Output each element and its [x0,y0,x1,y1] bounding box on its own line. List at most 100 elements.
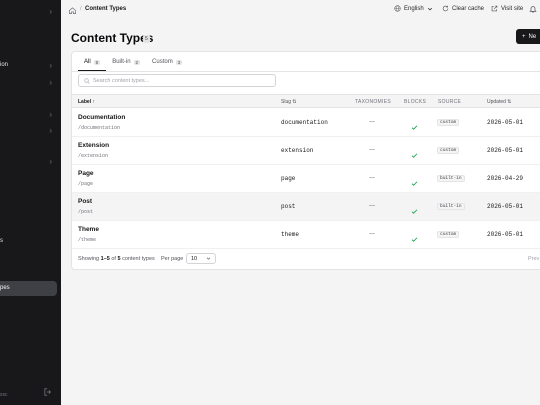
chevron-right-icon[interactable]: › [49,127,52,135]
tab-custom[interactable]: Custom 3 [146,55,188,71]
chevron-down-icon [206,257,211,260]
table-row[interactable]: Documentation /documentation documentati… [72,109,540,137]
chevron-right-icon[interactable]: › [49,79,52,87]
visit-site-label: Visit site [501,5,524,12]
globe-icon [394,5,401,12]
row-taxonomies: — [369,147,375,153]
column-taxonomies: TAXONOMIES [355,99,391,105]
bell-icon[interactable] [529,5,537,15]
search-icon [84,77,90,84]
source-badge: built-in [437,203,465,210]
column-blocks: BLOCKS [404,99,427,105]
sidebar-item-label[interactable]: s [0,238,3,244]
table-header: Label ↑ Slug ⇅ TAXONOMIES BLOCKS SOURCE … [72,94,540,108]
per-page-value: 10 [191,255,198,262]
per-page-select[interactable]: 10 [186,253,216,264]
row-name[interactable]: Post [78,198,92,205]
table-row[interactable]: Theme /theme theme — custom 2026-05-01 [72,221,540,249]
chevron-right-icon[interactable]: › [49,111,52,119]
row-name[interactable]: Page [78,170,94,177]
column-updated[interactable]: Updated ⇅ [487,99,512,105]
row-path: /theme [78,237,97,243]
chevron-right-icon[interactable]: › [49,158,52,166]
home-icon[interactable] [68,6,77,15]
chevron-right-icon[interactable]: › [49,62,52,70]
sort-asc-icon: ↑ [92,99,95,105]
page-title: Content Types [71,31,154,45]
filter-tabs: All 5 Built-in 2 Custom 3 [78,55,188,71]
row-slug: theme [281,231,300,238]
tab-all[interactable]: All 5 [78,55,107,71]
chevron-right-icon[interactable]: › [49,8,52,16]
source-badge: custom [437,231,460,238]
source-badge: built-in [437,175,465,182]
tab-built-in[interactable]: Built-in 2 [106,55,146,71]
tab-label: Built-in [112,59,131,65]
external-link-icon [491,5,498,12]
table-row[interactable]: Extension /extension extension — custom … [72,137,540,165]
column-slug[interactable]: Slug ⇅ [281,99,297,105]
row-name[interactable]: Documentation [78,114,125,121]
tab-count-badge: 2 [133,59,141,65]
clear-cache-button[interactable]: Clear cache [442,5,484,12]
logout-icon[interactable] [44,388,52,398]
content-types-card: All 5 Built-in 2 Custom 3 Label ↑ Slug ⇅… [71,51,540,270]
check-icon [411,118,418,136]
pagination-summary: Showing 1–5 of 5 content types [78,256,155,262]
sort-icon: ⇅ [292,99,297,105]
row-updated: 2026-04-29 [487,175,524,182]
row-name[interactable]: Theme [78,226,99,233]
sidebar: › ion › › › › › s pes ssc [0,0,61,405]
chevron-down-icon [427,7,432,10]
tab-count-badge: 3 [175,59,183,65]
breadcrumb-separator: / [80,6,82,12]
row-taxonomies: — [369,231,375,237]
search-box[interactable] [78,74,276,87]
row-path: /documentation [78,125,121,131]
table-row[interactable]: Page /page page — built-in 2026-04-29 [72,165,540,193]
source-badge: custom [437,147,460,154]
plus-icon: + [522,33,526,40]
row-updated: 2026-05-01 [487,119,524,126]
new-button-label: Ne [528,33,537,40]
sidebar-item-label[interactable]: ion [0,62,8,68]
table-row[interactable]: Post /post post — built-in 2026-05-01 [72,193,540,221]
check-icon [411,230,418,248]
row-taxonomies: — [369,203,375,209]
row-slug: page [281,175,296,182]
topbar: / Content Types English Clear cache Visi… [61,0,540,22]
row-updated: 2026-05-01 [487,231,524,238]
search-input[interactable] [93,77,263,84]
row-slug: extension [281,147,314,154]
column-source: SOURCE [438,99,462,105]
language-selector[interactable]: English [394,5,433,12]
sort-icon: ⇅ [507,99,512,105]
sidebar-item-content-types[interactable]: pes [0,281,57,296]
row-taxonomies: — [369,175,375,181]
row-updated: 2026-05-01 [487,203,524,210]
divider [72,71,540,72]
visit-site-link[interactable]: Visit site [491,5,523,12]
tab-label: Custom [152,59,173,65]
column-label[interactable]: Label ↑ [78,99,95,105]
clear-cache-label: Clear cache [452,5,485,12]
check-icon [411,202,418,220]
row-updated: 2026-05-01 [487,147,524,154]
refresh-icon [442,5,449,12]
row-path: /post [78,209,94,215]
prev-page-button[interactable]: Prev [528,256,539,262]
check-icon [411,174,418,192]
per-page-label: Per page [161,256,184,262]
row-taxonomies: — [369,119,375,125]
row-slug: post [281,203,296,210]
language-label: English [404,5,424,12]
check-icon [411,146,418,164]
sidebar-item-label: pes [0,285,10,291]
new-content-type-button[interactable]: + Ne [516,29,540,44]
tab-count-badge: 5 [93,59,101,65]
table-footer: Showing 1–5 of 5 content types Per page … [72,250,540,269]
row-name[interactable]: Extension [78,142,109,149]
sidebar-footer-text: ssc [0,392,8,398]
row-slug: documentation [281,119,328,126]
row-path: /extension [78,153,109,159]
